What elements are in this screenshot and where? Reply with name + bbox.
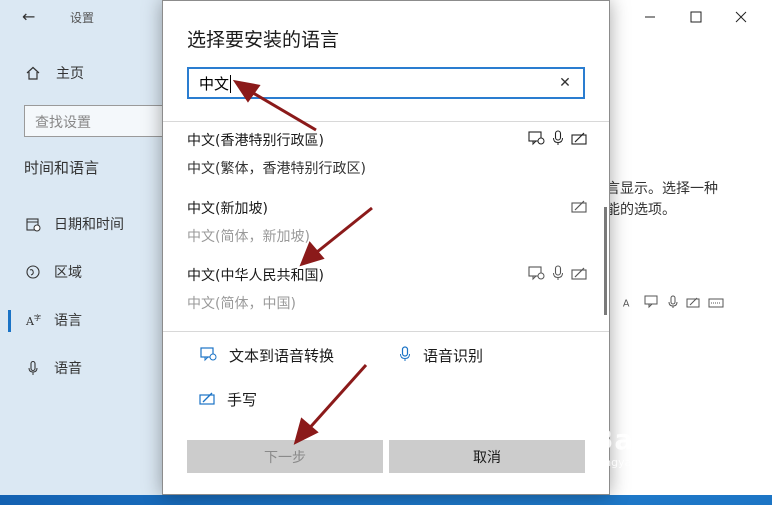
home-icon xyxy=(24,64,42,82)
baidu-watermark: Baidu 经验 jingyan.baidu.com xyxy=(592,418,756,469)
search-text: 中文 xyxy=(199,74,230,93)
install-language-dialog: 选择要安装的语言 中文 ✕ 中文(香港特别行政區) 中文(繁体，香港特别行政区)… xyxy=(162,0,610,495)
language-search-input[interactable]: 中文 ✕ xyxy=(187,67,585,99)
sidebar-item-label: 语音 xyxy=(54,361,82,377)
description-line: 言显示。选择一种 xyxy=(606,181,718,197)
microphone-icon xyxy=(668,294,678,313)
list-bottom-divider xyxy=(163,331,609,332)
cancel-button[interactable]: 取消 xyxy=(389,440,585,473)
language-desc: 中文(繁体，香港特别行政区) xyxy=(187,161,366,177)
list-item-zh-cn[interactable]: 中文(中华人民共和国) 中文(简体，中国) xyxy=(187,265,587,313)
legend-handwriting: 手写 xyxy=(199,389,257,410)
handwriting-icon xyxy=(686,294,700,313)
search-input-value: 中文 xyxy=(199,73,557,94)
text-to-speech-icon xyxy=(199,346,217,366)
home-label: 主页 xyxy=(56,66,84,82)
close-button[interactable] xyxy=(729,6,753,28)
microphone-icon xyxy=(24,359,42,377)
handwriting-icon xyxy=(571,265,587,285)
text-to-speech-icon xyxy=(527,130,545,150)
feature-icons xyxy=(527,265,587,285)
maximize-button[interactable] xyxy=(684,6,708,28)
list-item-zh-hk[interactable]: 中文(香港特别行政區) 中文(繁体，香港特别行政区) xyxy=(187,130,587,178)
legend-label: 文本到语音转换 xyxy=(229,347,335,365)
language-list[interactable]: 中文(香港特别行政區) 中文(繁体，香港特别行政区) 中文(新加坡) 中文(简体… xyxy=(163,122,609,332)
sidebar-item-region[interactable]: 区域 xyxy=(24,262,82,282)
active-indicator xyxy=(8,310,11,332)
watermark-logo: Baidu 经验 xyxy=(592,423,756,456)
settings-search-input[interactable]: 查找设置 xyxy=(24,105,172,137)
language-feature-icons: A xyxy=(622,294,724,313)
text-to-speech-icon xyxy=(527,265,545,285)
keyboard-icon xyxy=(708,294,724,313)
globe-icon xyxy=(24,263,42,281)
svg-text:A: A xyxy=(623,298,630,309)
handwriting-icon xyxy=(571,198,587,218)
language-desc: 中文(简体，中国) xyxy=(187,296,296,312)
clear-search-icon[interactable]: ✕ xyxy=(557,75,573,91)
feature-icons xyxy=(527,130,587,150)
sidebar-item-label: 日期和时间 xyxy=(54,217,124,233)
sidebar-item-home[interactable]: 主页 xyxy=(24,63,84,83)
legend-label: 手写 xyxy=(227,391,258,409)
sidebar-item-date-time[interactable]: 日期和时间 xyxy=(24,214,124,234)
text-to-speech-icon xyxy=(644,294,660,313)
list-scrollbar[interactable] xyxy=(604,207,607,315)
text-caret xyxy=(230,75,232,93)
svg-text:字: 字 xyxy=(34,313,41,322)
section-heading: 时间和语言 xyxy=(24,159,100,177)
description-line: 能的选项。 xyxy=(606,202,676,218)
sidebar-item-label: 语言 xyxy=(54,313,82,329)
sidebar-item-label: 区域 xyxy=(54,265,82,281)
list-item-zh-sg[interactable]: 中文(新加坡) 中文(简体，新加坡) xyxy=(187,198,587,246)
window-title: 设置 xyxy=(70,11,95,25)
legend-label: 语音识别 xyxy=(423,347,484,365)
sidebar-item-speech[interactable]: 语音 xyxy=(24,358,82,378)
speech-recognition-icon xyxy=(399,345,411,366)
handwriting-icon xyxy=(571,130,587,150)
minimize-button[interactable] xyxy=(638,6,662,28)
language-name: 中文(新加坡) xyxy=(187,201,268,217)
back-arrow-icon[interactable]: ← xyxy=(22,7,42,27)
legend-speech: 语音识别 xyxy=(399,345,483,366)
dialog-title: 选择要安装的语言 xyxy=(187,29,340,51)
calendar-icon xyxy=(24,215,42,233)
speech-recognition-icon xyxy=(552,130,564,150)
language-icon: A字 xyxy=(24,311,42,329)
speech-recognition-icon xyxy=(552,265,564,285)
language-description: 言显示。选择一种 能的选项。 xyxy=(606,179,766,221)
next-button[interactable]: 下一步 xyxy=(187,440,383,473)
language-icon: A xyxy=(622,294,636,313)
handwriting-icon xyxy=(199,390,215,410)
settings-sidebar: ← 设置 主页 查找设置 时间和语言 日期和时间 区域 A字 语言 语音 xyxy=(0,0,172,495)
feature-icons xyxy=(571,198,587,218)
language-desc: 中文(简体，新加坡) xyxy=(187,229,310,245)
legend-tts: 文本到语音转换 xyxy=(199,345,334,366)
sidebar-item-language[interactable]: A字 语言 xyxy=(24,310,82,330)
